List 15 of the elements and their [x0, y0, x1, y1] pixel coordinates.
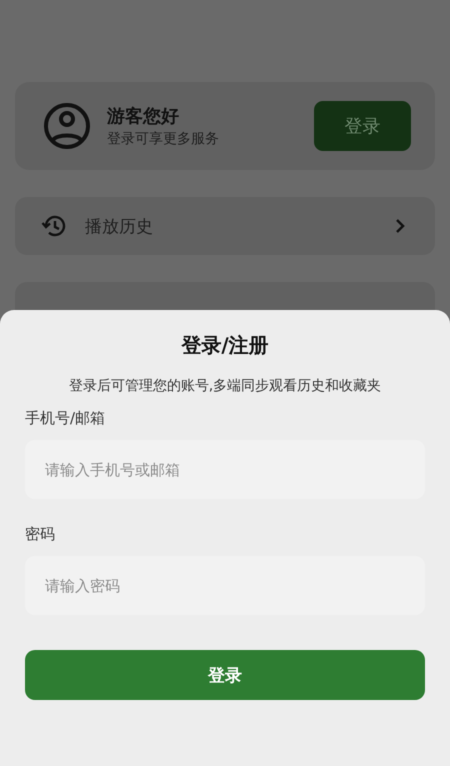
user-icon — [43, 102, 91, 150]
chevron-right-icon — [395, 218, 405, 234]
sheet-description: 登录后可管理您的账号,多端同步观看历史和收藏夹 — [68, 377, 382, 395]
login-button[interactable]: 登录 — [314, 101, 411, 151]
input-field[interactable]: 请输入手机号或邮箱 — [25, 440, 425, 499]
field-label: 密码 — [25, 525, 56, 544]
submit-button[interactable]: 登录 — [25, 650, 425, 700]
menu-label: 播放历史 — [85, 216, 154, 238]
menu-item[interactable]: 播放历史 — [15, 197, 435, 255]
input-field[interactable]: 请输入密码 — [25, 556, 425, 615]
greeting-subtitle: 登录可享更多服务 — [107, 130, 220, 148]
field-label: 手机号/邮箱 — [25, 409, 106, 428]
greeting: 游客您好 — [107, 105, 180, 128]
sheet-title: 登录/注册 — [181, 332, 269, 359]
history-icon — [41, 214, 67, 238]
